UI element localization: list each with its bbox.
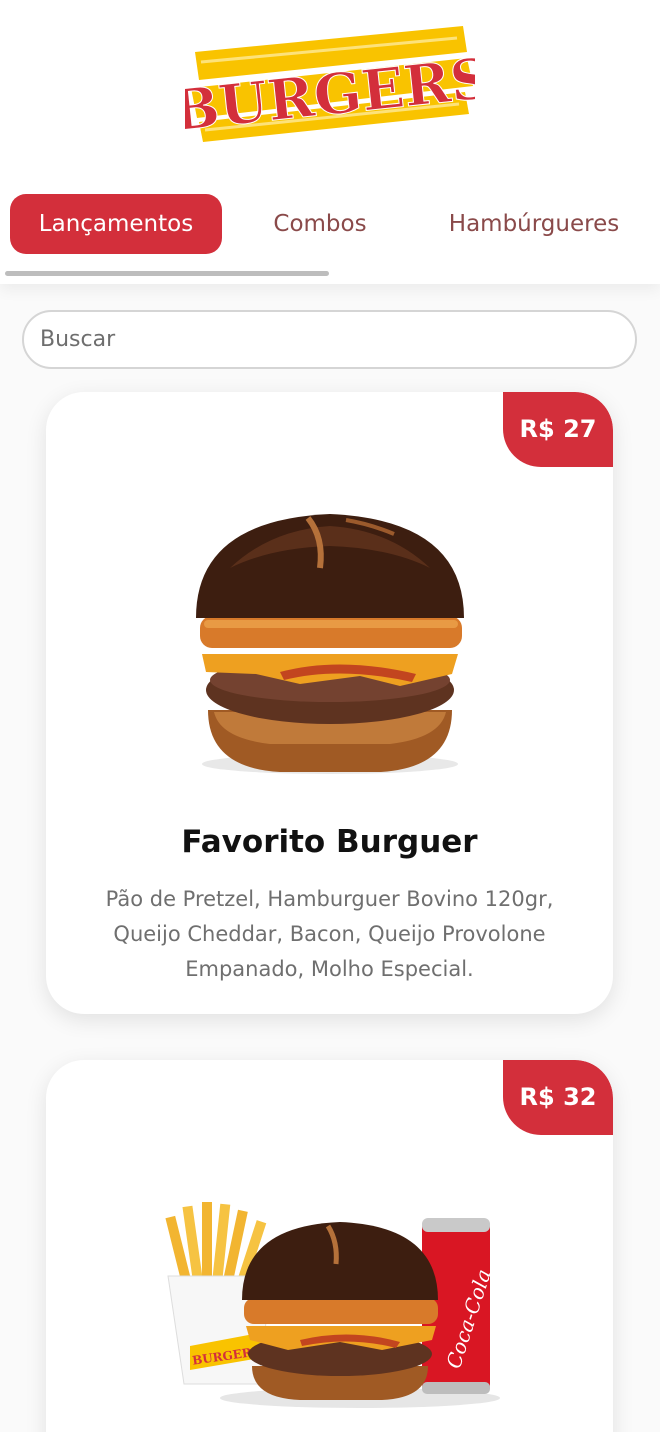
burger-icon: [242, 1222, 438, 1400]
tab-hamburgueres[interactable]: Hambúrgueres: [424, 194, 644, 254]
category-tabs: Lançamentos Combos Hambúrgueres: [0, 194, 660, 256]
tab-lancamentos[interactable]: Lançamentos: [10, 194, 222, 254]
tabs-scrollbar[interactable]: [5, 271, 329, 276]
product-card[interactable]: R$ 27 Favorito Burguer Pão de Pretzel, H…: [46, 392, 613, 1014]
search-input[interactable]: [22, 310, 637, 369]
product-description: Pão de Pretzel, Hamburguer Bovino 120gr,…: [105, 887, 554, 981]
tab-combos[interactable]: Combos: [246, 194, 394, 254]
burger-image: [160, 468, 500, 808]
product-card[interactable]: R$ 32 BURGERS Coca-Cola: [46, 1060, 613, 1432]
price-badge: R$ 27: [503, 392, 613, 467]
price-badge: R$ 32: [503, 1060, 613, 1135]
combo-image: BURGERS Coca-Cola: [160, 1136, 500, 1432]
burgers-logo[interactable]: BURGERS: [185, 22, 475, 144]
product-name: Favorito Burguer: [181, 824, 478, 860]
header: BURGERS Lançamentos Combos Hambúrgueres: [0, 0, 660, 284]
